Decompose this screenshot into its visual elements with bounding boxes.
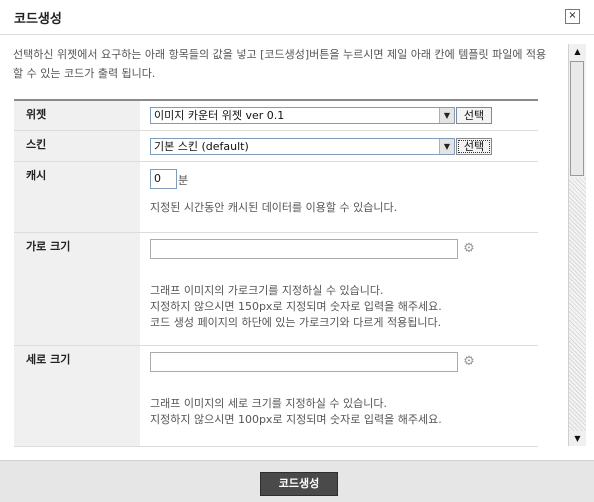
row-skin: 스킨 기본 스킨 (default) ▼ 선택 bbox=[14, 131, 538, 162]
form-table: 위젯 이미지 카운터 위젯 ver 0.1 ▼ 선택 스킨 기본 스킨 (def… bbox=[14, 99, 538, 447]
cache-input[interactable]: 0 bbox=[150, 169, 177, 189]
generate-code-button[interactable]: 코드생성 bbox=[260, 472, 338, 496]
dialog-title-bar: 코드생성 × bbox=[0, 0, 594, 35]
width-label: 가로 크기 bbox=[14, 233, 140, 345]
width-help: 그래프 이미지의 가로크기를 지정하실 수 있습니다. 지정하지 않으시면 15… bbox=[150, 283, 530, 331]
widget-label: 위젯 bbox=[14, 101, 140, 130]
width-help-line-1: 그래프 이미지의 가로크기를 지정하실 수 있습니다. bbox=[150, 284, 384, 297]
height-input[interactable] bbox=[150, 352, 458, 372]
row-cache: 캐시 0 분 지정된 시간동안 캐시된 데이터를 이용할 수 있습니다. bbox=[14, 162, 538, 233]
skin-select-value: 기본 스킨 (default) bbox=[154, 140, 249, 153]
cache-unit: 분 bbox=[178, 174, 189, 187]
gear-icon[interactable]: ⚙ bbox=[462, 355, 476, 369]
scroll-thumb[interactable] bbox=[570, 61, 584, 176]
row-width: 가로 크기 ⚙ 그래프 이미지의 가로크기를 지정하실 수 있습니다. 지정하지… bbox=[14, 233, 538, 346]
dialog-title: 코드생성 bbox=[14, 12, 62, 27]
chevron-down-icon[interactable]: ▼ bbox=[439, 139, 454, 154]
width-help-line-2: 지정하지 않으시면 150px로 지정되며 숫자로 입력을 해주세요. bbox=[150, 300, 442, 313]
width-input[interactable] bbox=[150, 239, 458, 259]
vertical-scrollbar[interactable]: ▲ ▼ bbox=[568, 44, 586, 446]
cache-help: 지정된 시간동안 캐시된 데이터를 이용할 수 있습니다. bbox=[150, 201, 398, 214]
row-height: 세로 크기 ⚙ 그래프 이미지의 세로 크기를 지정하실 수 있습니다. 지정하… bbox=[14, 346, 538, 447]
intro-text: 선택하신 위젯에서 요구하는 아래 항목들의 값을 넣고 [코드생성]버튼을 누… bbox=[13, 48, 547, 80]
widget-select-button[interactable]: 선택 bbox=[456, 107, 492, 124]
scroll-track[interactable] bbox=[569, 178, 586, 431]
height-help: 그래프 이미지의 세로 크기를 지정하실 수 있습니다. 지정하지 않으시면 1… bbox=[150, 396, 530, 428]
chevron-down-icon[interactable]: ▼ bbox=[439, 108, 454, 123]
widget-select[interactable]: 이미지 카운터 위젯 ver 0.1 ▼ bbox=[150, 107, 455, 124]
scroll-down-icon[interactable]: ▼ bbox=[569, 431, 586, 446]
scroll-up-icon[interactable]: ▲ bbox=[569, 44, 586, 59]
height-help-line-1: 그래프 이미지의 세로 크기를 지정하실 수 있습니다. bbox=[150, 397, 387, 410]
height-label: 세로 크기 bbox=[14, 346, 140, 446]
close-button[interactable]: × bbox=[565, 9, 580, 24]
skin-select[interactable]: 기본 스킨 (default) ▼ bbox=[150, 138, 455, 155]
close-icon: × bbox=[568, 10, 577, 21]
gear-icon[interactable]: ⚙ bbox=[462, 242, 476, 256]
width-help-line-3: 코드 생성 페이지의 하단에 있는 가로크기와 다르게 적용됩니다. bbox=[150, 316, 442, 329]
skin-select-button[interactable]: 선택 bbox=[456, 138, 492, 155]
dialog-content: 선택하신 위젯에서 요구하는 아래 항목들의 값을 넣고 [코드생성]버튼을 누… bbox=[0, 35, 570, 447]
skin-label: 스킨 bbox=[14, 131, 140, 161]
height-help-line-2: 지정하지 않으시면 100px로 지정되며 숫자로 입력을 해주세요. bbox=[150, 413, 442, 426]
cache-label: 캐시 bbox=[14, 162, 140, 232]
widget-select-value: 이미지 카운터 위젯 ver 0.1 bbox=[154, 109, 285, 122]
dialog-footer: 코드생성 bbox=[0, 460, 594, 502]
row-widget: 위젯 이미지 카운터 위젯 ver 0.1 ▼ 선택 bbox=[14, 99, 538, 131]
